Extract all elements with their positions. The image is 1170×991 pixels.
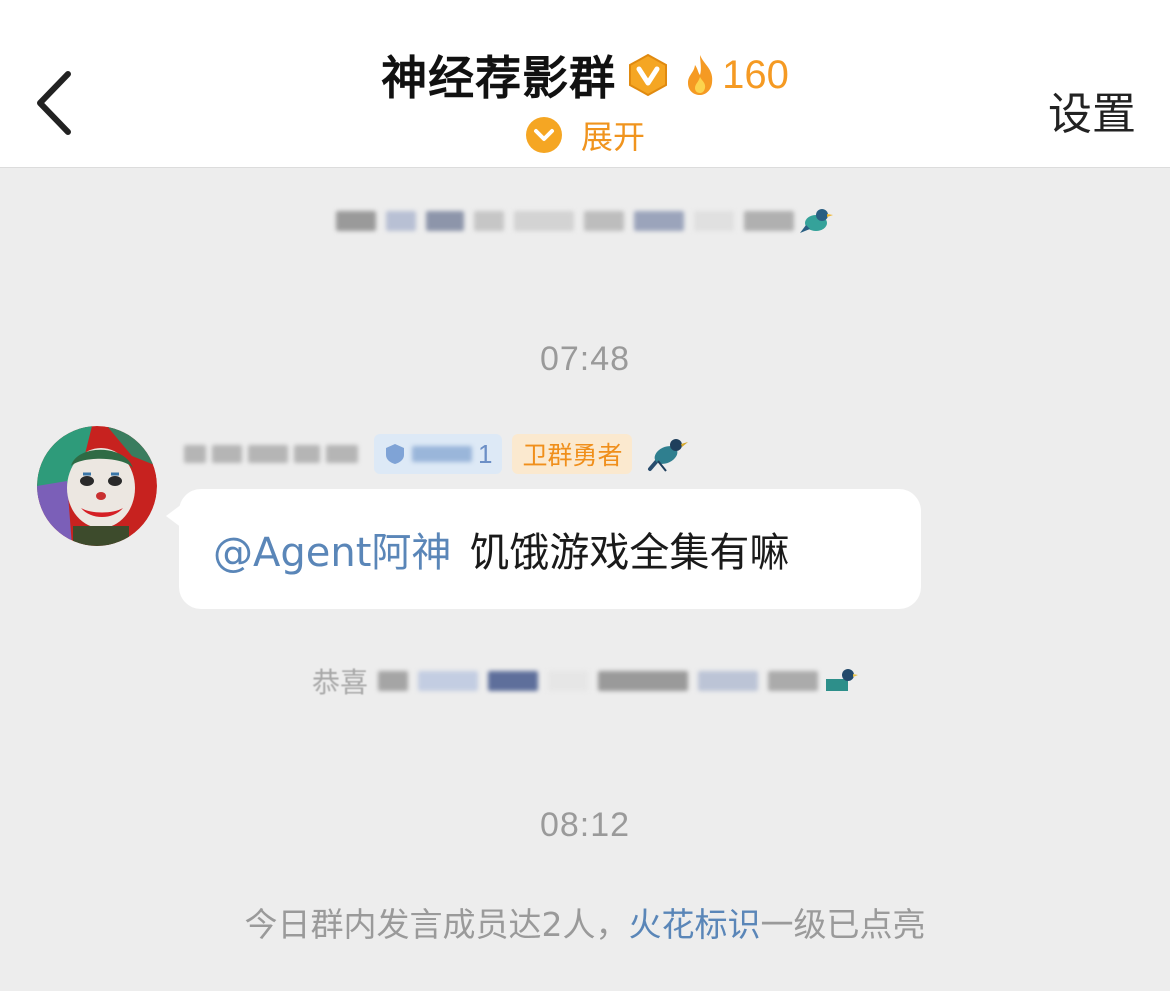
expand-label: 展开 [580,118,645,156]
magpie-bird-icon [826,669,858,691]
message-text: 饥饿游戏全集有嘛 [469,530,790,576]
spark-notice: 今日群内发言成员达2人，火花标识一级已点亮 [0,898,1170,946]
magpie-bird-icon [800,209,833,233]
mention-link[interactable]: @Agent阿神 [213,520,451,578]
message-bubble[interactable]: @Agent阿神 饥饿游戏全集有嘛 [179,489,921,609]
chevron-down-circle-icon [525,117,562,153]
level-name-blurred [412,446,472,462]
blurred-text [336,211,794,231]
honor-badge: 卫群勇者 [512,434,633,474]
notice-text-before: 今日群内发言成员达2人， [244,905,629,944]
fire-count: 160 [722,52,789,97]
title-row: 神经荐影群 160 [0,44,1170,106]
fire-icon [688,55,713,95]
message-timestamp: 07:48 [539,340,631,378]
system-message-blurred [0,196,1170,246]
level-number: 1 [478,438,493,469]
level-shield-icon [386,444,404,464]
system-message-blurred: 恭喜 [0,656,1170,706]
group-title[interactable]: 神经荐影群 [381,42,616,108]
sender-info-row: 1 卫群勇者 [184,432,689,476]
sender-avatar[interactable] [37,426,157,546]
member-level-tag: 1 [374,434,503,474]
blurred-text: 恭喜 [312,661,818,701]
system-message-prefix: 恭喜 [311,666,368,699]
notice-text-after: 一级已点亮 [760,905,926,944]
spark-badge-link[interactable]: 火花标识 [629,905,761,944]
chat-header: 神经荐影群 160 展开 设置 [0,0,1170,168]
group-vip-badge-icon [629,53,668,97]
expand-toggle[interactable]: 展开 [0,112,1170,158]
settings-button[interactable]: 设置 [1048,78,1136,142]
message-timestamp: 08:12 [539,806,631,844]
magpie-bird-icon [648,439,689,472]
sender-name-blurred[interactable] [184,445,358,463]
